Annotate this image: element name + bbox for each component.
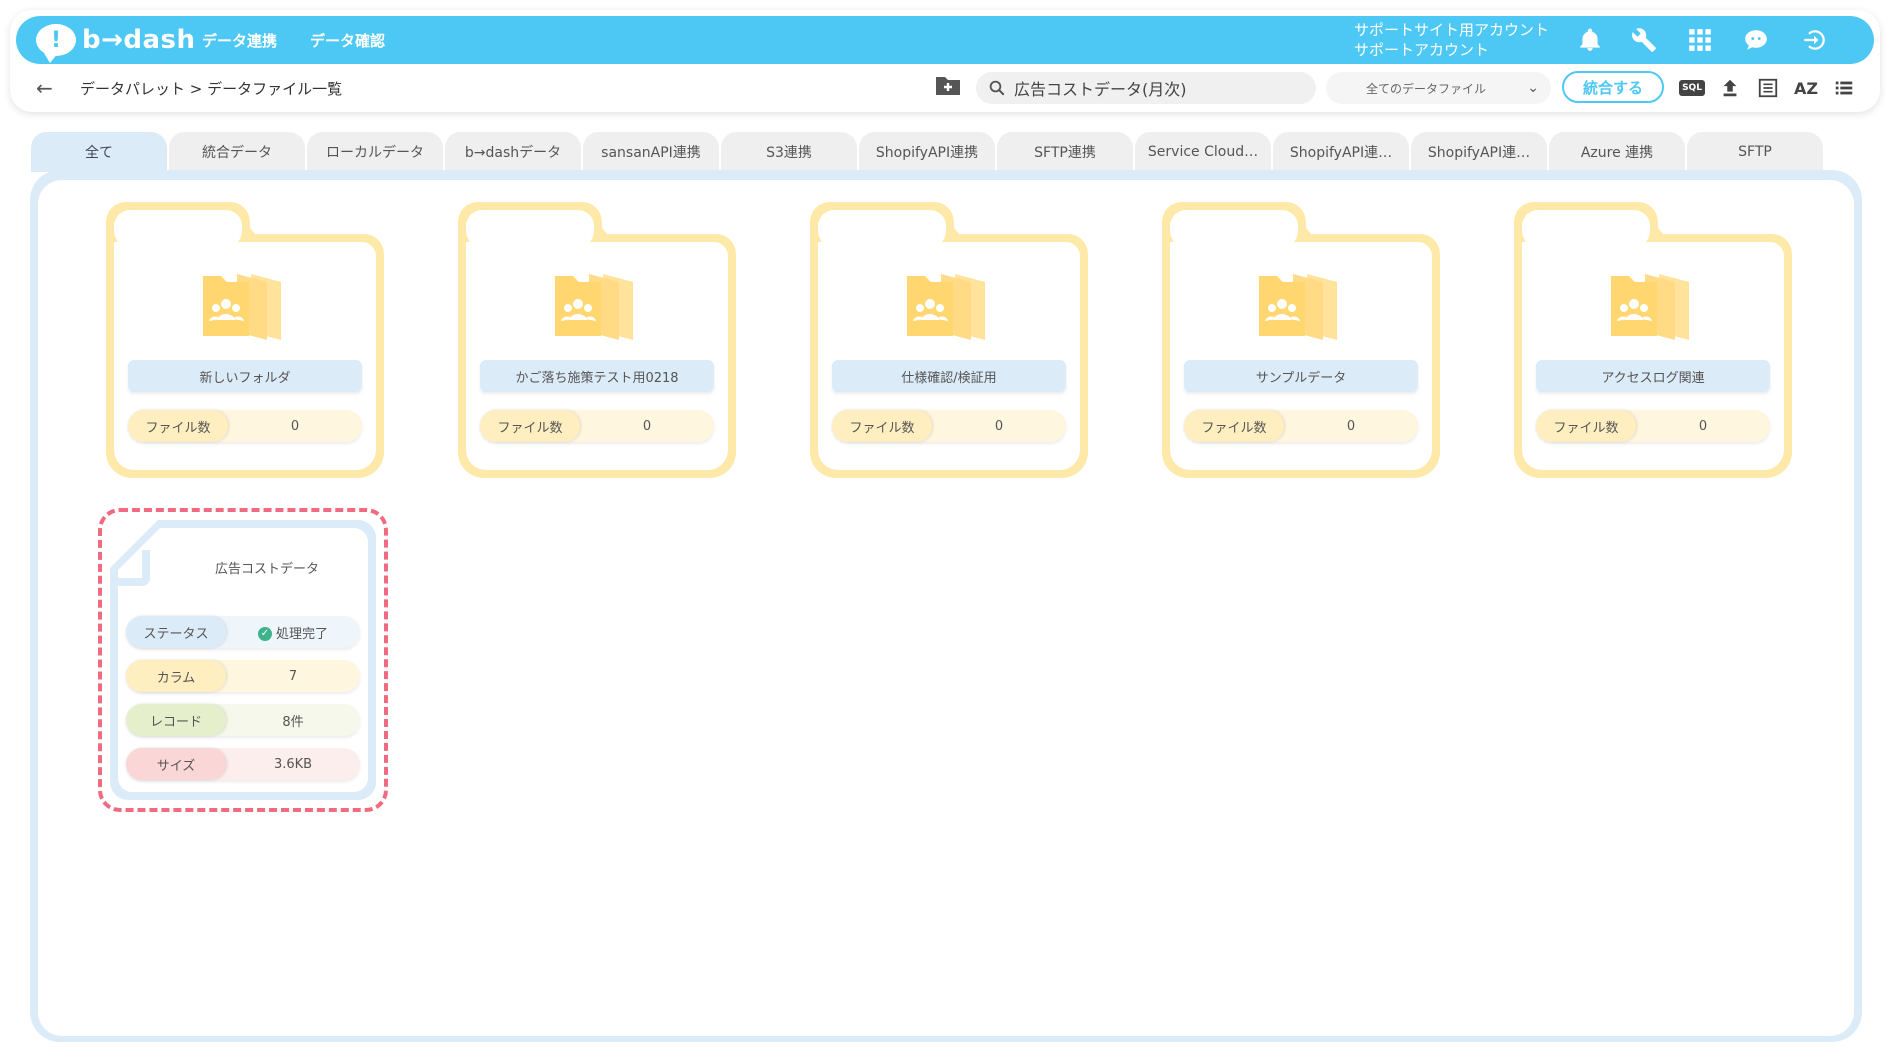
tab-bdash[interactable]: b→dashデータ xyxy=(444,132,581,172)
tab-sftp-2[interactable]: SFTP xyxy=(1686,132,1823,172)
account-info[interactable]: サポートサイト用アカウント サポートアカウント xyxy=(1354,20,1549,60)
folder-card[interactable]: 新しいフォルダ ファイル数 0 xyxy=(106,202,384,478)
folder-name: サンプルデータ xyxy=(1184,360,1418,392)
folder-name: かご落ち施策テスト用0218 xyxy=(480,360,714,392)
logo[interactable]: ! b→dash xyxy=(36,20,196,63)
file-count-label: ファイル数 xyxy=(1536,410,1636,442)
status-label: ステータス xyxy=(126,616,226,648)
file-count-value: 0 xyxy=(642,418,652,434)
file-size-row: サイズ 3.6KB xyxy=(126,748,360,780)
tab-local[interactable]: ローカルデータ xyxy=(306,132,443,172)
category-tabs: 全て 統合データ ローカルデータ b→dashデータ sansanAPI連携 S… xyxy=(30,132,1824,172)
tab-azure[interactable]: Azure 連携 xyxy=(1548,132,1685,172)
tab-sftp-1[interactable]: SFTP連携 xyxy=(996,132,1133,172)
sql-icon[interactable]: SQL xyxy=(1678,74,1706,102)
folder-group-icon xyxy=(1611,274,1689,340)
status-value: 処理完了 xyxy=(275,626,328,642)
folder-card[interactable]: 仕様確認/検証用 ファイル数 0 xyxy=(810,202,1088,478)
file-count-label: ファイル数 xyxy=(1184,410,1284,442)
folder-card[interactable]: アクセスログ関連 ファイル数 0 xyxy=(1514,202,1792,478)
wrench-icon[interactable] xyxy=(1628,24,1660,56)
file-type-selected: 全てのデータファイル xyxy=(1366,81,1487,96)
folder-name: 新しいフォルダ xyxy=(128,360,362,392)
file-count-value: 0 xyxy=(994,418,1004,434)
tab-shopify-2[interactable]: ShopifyAPI連… xyxy=(1272,132,1409,172)
column-value: 7 xyxy=(288,668,298,684)
tab-all[interactable]: 全て xyxy=(30,132,167,172)
support-chat-icon[interactable] xyxy=(1740,24,1772,56)
file-status-row: ステータス ✓ 処理完了 xyxy=(126,616,360,648)
back-arrow-icon[interactable]: ← xyxy=(36,76,53,100)
nav-data-integration[interactable]: データ連携 xyxy=(202,30,277,51)
file-column-row: カラム 7 xyxy=(126,660,360,692)
folder-group-icon xyxy=(907,274,985,340)
tab-sansan[interactable]: sansanAPI連携 xyxy=(582,132,719,172)
detail-view-icon[interactable] xyxy=(1754,74,1782,102)
chevron-down-icon: ⌄ xyxy=(1527,80,1539,96)
size-value: 3.6KB xyxy=(273,756,313,772)
folder-card[interactable]: かご落ち施策テスト用0218 ファイル数 0 xyxy=(458,202,736,478)
size-label: サイズ xyxy=(126,748,226,780)
file-corner-fold xyxy=(114,550,150,586)
top-bar: ! b→dash データ連携 データ確認 サポートサイト用アカウント サポートア… xyxy=(16,16,1874,64)
search-box[interactable] xyxy=(976,72,1316,104)
account-site: サポートサイト用アカウント xyxy=(1354,21,1550,39)
status-value-wrap: ✓ 処理完了 xyxy=(226,623,360,642)
list-view-icon[interactable] xyxy=(1830,74,1858,102)
folder-file-count: ファイル数 0 xyxy=(1184,410,1418,442)
logout-icon[interactable] xyxy=(1798,24,1830,56)
tab-shopify-3[interactable]: ShopifyAPI連… xyxy=(1410,132,1547,172)
tab-service-cloud[interactable]: Service Cloud… xyxy=(1134,132,1271,172)
column-label: カラム xyxy=(126,660,226,692)
file-type-select[interactable]: 全てのデータファイル ⌄ xyxy=(1326,72,1551,104)
file-record-row: レコード 8件 xyxy=(126,704,360,736)
data-file-card[interactable]: 広告コストデータ ステータス ✓ 処理完了 カラム 7 レコード 8件 サイズ 3… xyxy=(98,508,388,812)
tab-s3[interactable]: S3連携 xyxy=(720,132,857,172)
file-count-label: ファイル数 xyxy=(480,410,580,442)
folder-name: 仕様確認/検証用 xyxy=(832,360,1066,392)
folder-file-count: ファイル数 0 xyxy=(1536,410,1770,442)
sql-badge: SQL xyxy=(1679,80,1705,96)
sort-az-label: AZ xyxy=(1794,78,1818,98)
file-count-label: ファイル数 xyxy=(128,410,228,442)
folder-name: アクセスログ関連 xyxy=(1536,360,1770,392)
check-circle-icon: ✓ xyxy=(257,627,272,641)
upload-icon[interactable] xyxy=(1716,74,1744,102)
folder-group-icon xyxy=(203,274,281,340)
folder-file-count: ファイル数 0 xyxy=(480,410,714,442)
record-label: レコード xyxy=(126,704,226,736)
file-count-value: 0 xyxy=(1698,418,1708,434)
logo-icon: ! xyxy=(36,24,76,63)
logo-text: b→dash xyxy=(82,25,196,55)
folder-group-icon xyxy=(1259,274,1337,340)
file-count-value: 0 xyxy=(290,418,300,434)
sort-az-icon[interactable]: AZ xyxy=(1792,74,1820,102)
folder-file-count: ファイル数 0 xyxy=(832,410,1066,442)
breadcrumb[interactable]: データパレット > データファイル一覧 xyxy=(80,78,342,99)
tab-merged[interactable]: 統合データ xyxy=(168,132,305,172)
search-icon xyxy=(989,80,1005,96)
tab-shopify-1[interactable]: ShopifyAPI連携 xyxy=(858,132,995,172)
file-title: 広告コストデータ xyxy=(214,562,319,577)
file-count-value: 0 xyxy=(1346,418,1356,434)
folder-group-icon xyxy=(555,274,633,340)
file-count-label: ファイル数 xyxy=(832,410,932,442)
apps-grid-icon[interactable] xyxy=(1684,24,1716,56)
merge-button[interactable]: 統合する xyxy=(1562,71,1664,103)
folder-add-icon[interactable] xyxy=(934,74,962,98)
account-name: サポートアカウント xyxy=(1354,41,1490,59)
folder-card[interactable]: サンプルデータ ファイル数 0 xyxy=(1162,202,1440,478)
bell-icon[interactable] xyxy=(1574,24,1606,56)
nav-data-check[interactable]: データ確認 xyxy=(310,30,385,51)
record-value: 8件 xyxy=(282,714,304,730)
search-input[interactable] xyxy=(1014,78,1294,98)
folder-file-count: ファイル数 0 xyxy=(128,410,362,442)
